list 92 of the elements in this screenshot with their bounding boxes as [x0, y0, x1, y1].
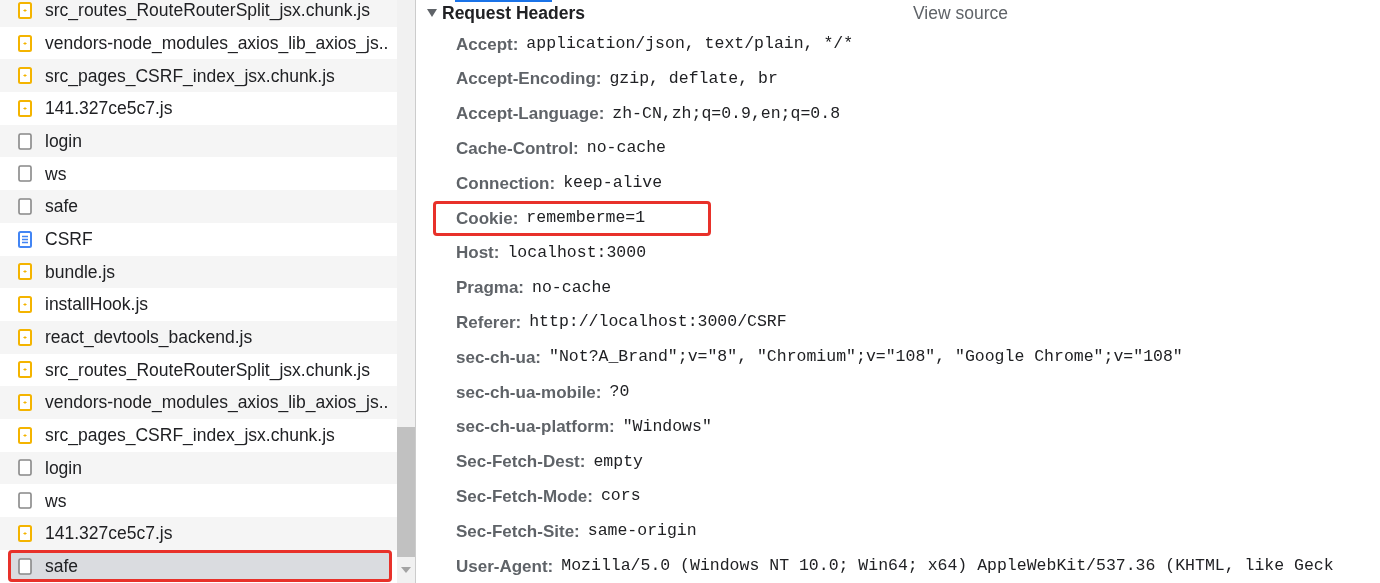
request-row[interactable]: 141.327ce5c7.js	[0, 92, 397, 125]
header-value: localhost:3000	[507, 241, 647, 264]
request-row[interactable]: src_routes_RouteRouterSplit_jsx.chunk.js	[0, 0, 397, 27]
script-file-icon	[18, 328, 32, 346]
request-name: 141.327ce5c7.js	[45, 522, 173, 546]
request-name: login	[45, 456, 82, 480]
scrollbar[interactable]	[397, 0, 416, 583]
script-file-icon	[18, 394, 32, 412]
script-file-icon	[18, 99, 32, 117]
script-file-icon	[18, 524, 32, 542]
script-file-icon	[18, 361, 32, 379]
request-name: 141.327ce5c7.js	[45, 97, 173, 121]
request-name: src_routes_RouteRouterSplit_jsx.chunk.js	[45, 0, 370, 23]
request-name: vendors-node_modules_axios_lib_axios_js..	[45, 391, 389, 415]
header-value: empty	[593, 450, 643, 473]
request-row[interactable]: installHook.js	[0, 288, 397, 321]
request-row[interactable]: ws	[0, 157, 397, 191]
header-value: rememberme=1	[526, 207, 646, 229]
request-name: vendors-node_modules_axios_lib_axios_js..	[45, 31, 389, 56]
request-row[interactable]: src_pages_CSRF_index_jsx.chunk.js	[0, 418, 397, 452]
request-name: bundle.js	[45, 260, 116, 284]
header-name: sec-ch-ua-platform:	[456, 416, 615, 439]
request-name: src_pages_CSRF_index_jsx.chunk.js	[45, 424, 335, 448]
request-name: safe	[45, 554, 79, 578]
script-file-icon	[18, 426, 32, 444]
header-name: sec-ch-ua-mobile:	[456, 381, 602, 404]
file-icon	[18, 132, 32, 150]
request-row[interactable]: ws	[0, 484, 397, 517]
script-file-icon	[18, 1, 32, 19]
file-icon	[18, 459, 32, 477]
header-name: Connection:	[456, 172, 556, 195]
request-row[interactable]: bundle.js	[0, 255, 397, 289]
header-name: Cache-Control:	[456, 138, 579, 161]
header-value: Mozilla/5.0 (Windows NT 10.0; Win64; x64) AppleWebKit/537.36 (KHTML, like Geck	[561, 554, 1334, 577]
request-name: src_pages_CSRF_index_jsx.chunk.js	[45, 64, 335, 89]
request-name: src_routes_RouteRouterSplit_jsx.chunk.js	[45, 358, 370, 383]
header-value: "Not?A_Brand";v="8", "Chromium";v="108", "Google Chrome";v="108"	[549, 346, 1183, 369]
document-icon	[18, 230, 32, 248]
request-row[interactable]: react_devtools_backend.js	[0, 320, 397, 354]
header-value: same-origin	[587, 520, 697, 543]
request-row[interactable]: vendors-node_modules_axios_lib_axios_js..	[0, 26, 397, 60]
request-name: CSRF	[45, 228, 93, 252]
request-row[interactable]: src_routes_RouteRouterSplit_jsx.chunk.js	[0, 353, 397, 387]
header-value: gzip, deflate, br	[609, 67, 778, 90]
request-name: react_devtools_backend.js	[45, 326, 253, 350]
request-row[interactable]: src_pages_CSRF_index_jsx.chunk.js	[0, 59, 397, 93]
header-name: Referer:	[456, 312, 522, 334]
scrollbar-thumb[interactable]	[397, 427, 415, 557]
header-name: Pragma:	[456, 277, 525, 300]
header-value: cors	[600, 485, 641, 508]
header-value: ?0	[609, 381, 630, 403]
file-icon	[18, 165, 32, 183]
request-row[interactable]: 141.327ce5c7.js	[0, 517, 397, 550]
header-name: Sec-Fetch-Dest:	[456, 451, 586, 474]
script-file-icon	[18, 34, 32, 52]
expand-triangle-icon[interactable]	[427, 8, 437, 19]
scroll-down-icon[interactable]	[401, 567, 411, 573]
header-name: Accept-Language:	[456, 103, 605, 126]
script-file-icon	[18, 296, 32, 314]
header-name: Sec-Fetch-Site:	[456, 520, 580, 543]
header-name: User-Agent:	[456, 555, 554, 578]
request-row[interactable]: safe	[8, 549, 392, 583]
header-value: application/json, text/plain, */*	[526, 33, 854, 55]
request-row[interactable]: CSRF	[0, 222, 397, 256]
file-icon	[18, 557, 32, 575]
header-name: Host:	[456, 242, 500, 265]
request-name: ws	[45, 162, 67, 186]
header-name: Accept:	[456, 33, 519, 56]
request-row[interactable]: login	[0, 124, 397, 158]
request-name: login	[45, 129, 82, 153]
script-file-icon	[18, 67, 32, 85]
file-icon	[18, 492, 32, 510]
request-name: safe	[45, 195, 79, 219]
header-value: "Windows"	[622, 415, 712, 438]
header-name: Cookie:	[456, 207, 519, 230]
view-source-link[interactable]: View source	[913, 0, 1008, 27]
header-value: zh-CN,zh;q=0.9,en;q=0.8	[612, 102, 841, 125]
header-value: http://localhost:3000/CSRF	[529, 311, 787, 334]
script-file-icon	[18, 263, 32, 281]
header-name: Accept-Encoding:	[456, 68, 602, 91]
request-row[interactable]: vendors-node_modules_axios_lib_axios_js..	[0, 386, 397, 419]
request-name: installHook.js	[45, 293, 149, 317]
request-row[interactable]: safe	[0, 190, 397, 223]
request-name: ws	[45, 489, 67, 513]
header-name: sec-ch-ua:	[456, 346, 542, 369]
header-value: no-cache	[586, 137, 666, 160]
header-value: no-cache	[532, 276, 612, 299]
header-name: Sec-Fetch-Mode:	[456, 486, 593, 508]
file-icon	[18, 197, 32, 215]
section-title[interactable]: Request Headers	[442, 0, 585, 27]
header-value: keep-alive	[563, 172, 663, 195]
request-row[interactable]: login	[0, 451, 397, 485]
